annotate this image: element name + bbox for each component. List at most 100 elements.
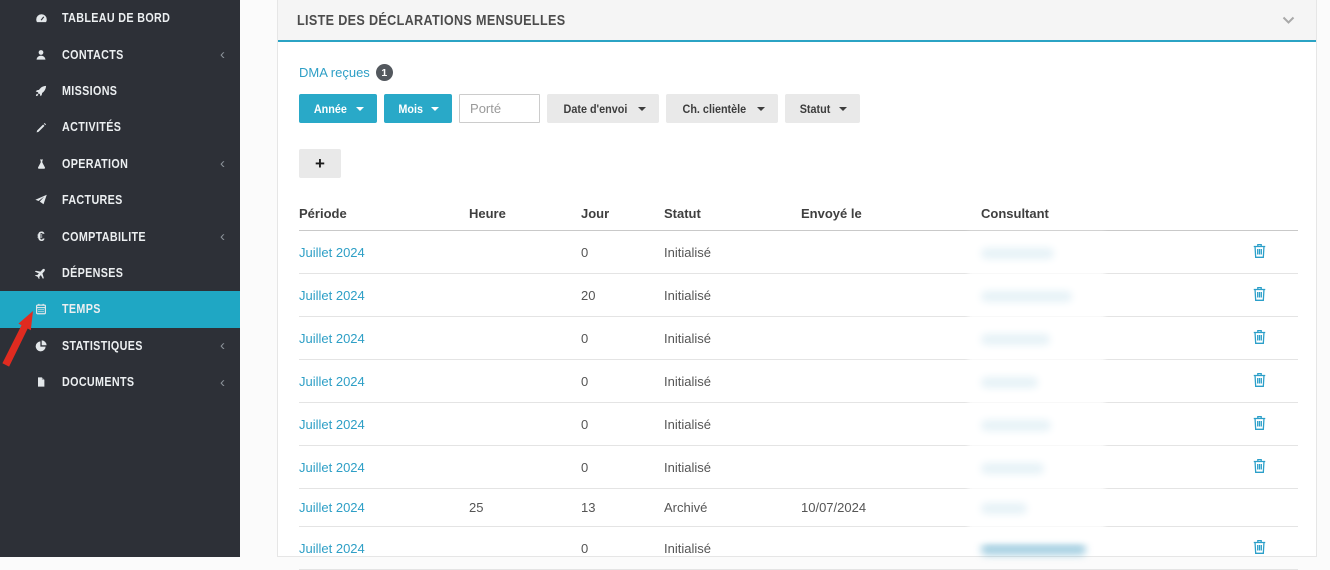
periode-link[interactable]: Juillet 2024 [299,417,365,432]
actions-cell [1221,273,1298,317]
periode-link[interactable]: Juillet 2024 [299,245,365,260]
sidebar-item-tableau-de-bord[interactable]: TABLEAU DE BORD [0,0,240,36]
sidebar-item-label: ACTIVITÉS [62,120,122,135]
periode-link[interactable]: Juillet 2024 [299,288,365,303]
consultant-cell [981,488,1221,527]
declarations-panel: LISTE DES DÉCLARATIONS MENSUELLES DMA re… [277,0,1317,570]
statut-filter-button[interactable]: Statut [784,94,860,123]
porte-input[interactable] [459,94,541,123]
heure-cell [469,230,581,274]
sidebar-item-activites[interactable]: ACTIVITÉS [0,109,240,145]
chevron-left-icon: ‹ [220,373,225,391]
jour-cell: 0 [581,316,664,360]
trash-icon [1252,244,1267,262]
chevron-down-icon [1282,16,1295,24]
consultant-link-redacted[interactable] [981,376,1038,388]
table-row: Juillet 2024 0 Initialisé [299,316,1298,360]
trash-icon [1252,540,1267,558]
consultant-link-redacted[interactable] [981,543,1086,555]
envoye-le-cell [801,359,981,403]
user-icon [33,48,49,62]
sidebar-item-label: COMPTABILITE [62,229,146,244]
sidebar-item-missions[interactable]: MISSIONS [0,73,240,109]
statut-cell: Initialisé [664,526,801,570]
sidebar: TABLEAU DE BORD CONTACTS ‹ MISSIONS ACTIVITÉ… [0,0,240,557]
sidebar-item-contacts[interactable]: CONTACTS ‹ [0,36,240,72]
delete-button[interactable] [1252,328,1267,345]
envoye-le-cell [801,526,981,570]
sidebar-item-comptabilite[interactable]: € COMPTABILITE ‹ [0,218,240,254]
caret-down-icon [355,106,364,111]
caret-down-icon [756,106,765,111]
paper-plane-icon [33,193,49,207]
consultant-cell [981,316,1221,360]
panel-collapse-button[interactable] [1280,14,1297,26]
periode-link[interactable]: Juillet 2024 [299,541,365,556]
sidebar-item-depenses[interactable]: DÉPENSES [0,255,240,291]
rocket-icon [33,84,49,98]
sidebar-item-documents[interactable]: DOCUMENTS ‹ [0,364,240,400]
delete-button[interactable] [1252,538,1267,555]
chevron-left-icon: ‹ [220,337,225,355]
actions-cell [1221,359,1298,403]
add-declaration-button[interactable]: + [299,149,341,178]
jour-cell: 0 [581,402,664,446]
jour-cell: 0 [581,445,664,489]
trash-icon [1252,287,1267,305]
envoye-le-cell [801,230,981,274]
sidebar-nav: TABLEAU DE BORD CONTACTS ‹ MISSIONS ACTIVITÉ… [0,0,240,400]
actions-cell [1221,526,1298,570]
filter-label: Année [313,101,347,116]
delete-button[interactable] [1252,371,1267,388]
pencil-icon [33,121,49,134]
periode-cell: Juillet 2024 [299,316,469,360]
date-envoi-filter-button[interactable]: Date d'envoi [547,94,659,123]
periode-cell: Juillet 2024 [299,526,469,570]
consultant-link-redacted[interactable] [981,419,1051,431]
heure-cell: 25 [469,488,581,527]
envoye-le-cell [801,445,981,489]
sidebar-item-statistiques[interactable]: STATISTIQUES ‹ [0,328,240,364]
panel-body: DMA reçues 1 Année Mois Date d'envoi Ch. cl… [278,42,1316,570]
filter-toolbar: Année Mois Date d'envoi Ch. clientèle Statut [299,94,1295,123]
periode-link[interactable]: Juillet 2024 [299,374,365,389]
ch-clientele-filter-button[interactable]: Ch. clientèle [665,94,778,123]
dma-count-badge: 1 [375,64,393,81]
sidebar-item-factures[interactable]: FACTURES [0,182,240,218]
sidebar-item-operation[interactable]: OPERATION ‹ [0,146,240,182]
actions-cell [1221,445,1298,489]
consultant-link-redacted[interactable] [981,333,1050,345]
periode-link[interactable]: Juillet 2024 [299,500,365,515]
consultant-cell [981,230,1221,274]
consultant-link-redacted[interactable] [981,503,1027,515]
dma-recues-link[interactable]: DMA reçues [299,65,370,80]
consultant-cell [981,402,1221,446]
delete-button[interactable] [1252,414,1267,431]
consultant-cell [981,445,1221,489]
heure-cell [469,273,581,317]
statut-cell: Initialisé [664,359,801,403]
table-row: Juillet 2024 0 Initialisé [299,230,1298,274]
sidebar-item-label: DÉPENSES [62,265,124,280]
sidebar-item-temps[interactable]: TEMPS [0,291,240,328]
table-row: Juillet 2024 20 Initialisé [299,273,1298,317]
periode-link[interactable]: Juillet 2024 [299,331,365,346]
sidebar-item-label: MISSIONS [62,83,118,98]
plane-icon [33,266,49,280]
jour-cell: 13 [581,488,664,527]
consultant-link-redacted[interactable] [981,247,1054,259]
table-row: Juillet 2024 0 Initialisé [299,445,1298,489]
dma-row: DMA reçues 1 [299,64,1295,81]
statut-cell: Initialisé [664,230,801,274]
consultant-link-redacted[interactable] [981,462,1044,474]
delete-button[interactable] [1252,457,1267,474]
annee-filter-button[interactable]: Année [299,94,377,123]
delete-button[interactable] [1252,242,1267,259]
periode-link[interactable]: Juillet 2024 [299,460,365,475]
envoye-le-cell: 10/07/2024 [801,488,981,527]
filter-label: Mois [398,101,423,116]
mois-filter-button[interactable]: Mois [383,94,453,123]
trash-icon [1252,330,1267,348]
consultant-link-redacted[interactable] [981,290,1072,302]
delete-button[interactable] [1252,285,1267,302]
